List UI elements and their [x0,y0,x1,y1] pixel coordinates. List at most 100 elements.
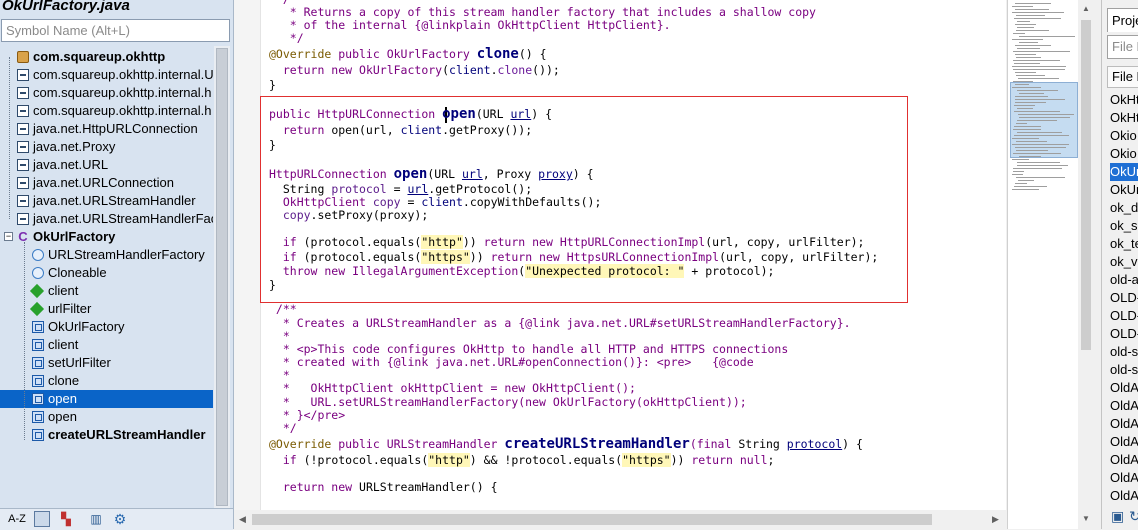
file-list-item[interactable]: Okio [1110,127,1138,145]
minimap-line [1015,54,1036,55]
tree-item[interactable]: java.net.Proxy [0,138,213,156]
file-list-item[interactable]: OLD- [1110,307,1138,325]
tree-item[interactable]: urlFilter [0,300,213,318]
scrollbar-thumb[interactable] [252,514,932,525]
annotation: @Override [269,47,332,61]
minimap-line [1012,174,1023,175]
symbol-tree-scrollbar[interactable] [214,46,230,508]
file-list-item[interactable]: OldA [1110,451,1138,469]
list-view-icon[interactable] [34,511,50,527]
string-literal: "http" [428,453,470,467]
tree-item-label: createURLStreamHandler [48,427,206,442]
tree-item[interactable]: createURLStreamHandler [0,426,213,444]
code-text: .getProtocol(); [428,182,533,196]
tree-item-label: java.net.URL [33,157,109,172]
file-list-item[interactable]: OkHt [1110,109,1138,127]
tree-item[interactable]: − C OkUrlFactory [0,228,213,246]
tree-item[interactable]: java.net.HttpURLConnection [0,120,213,138]
file-search-input[interactable]: File Name [1107,35,1138,59]
file-list-item[interactable]: OLD- [1110,325,1138,343]
tree-item[interactable]: com.squareup.okhttp.internal.h [0,84,213,102]
file-list-item[interactable]: OldA [1110,379,1138,397]
tree-item[interactable]: java.net.URL [0,156,213,174]
tree-item[interactable]: client [0,282,213,300]
scroll-up-icon[interactable]: ▲ [1082,4,1090,13]
minimap-line [1017,162,1060,163]
keyword: return new [269,480,360,494]
file-list-item[interactable]: Okio [1110,145,1138,163]
file-list-item[interactable]: OldA [1110,415,1138,433]
minimap-line [1019,93,1044,94]
scrollbar-thumb[interactable] [1081,20,1091,350]
sort-alpha-button[interactable]: A-Z [6,511,28,527]
folder-icon[interactable]: ▣ [1111,508,1124,525]
tree-item[interactable]: com.squareup.okhttp.internal.U [0,66,213,84]
tree-item[interactable]: setUrlFilter [0,354,213,372]
minimap-line [1018,180,1034,181]
categories-icon[interactable]: ▚ [56,511,76,527]
file-list-item[interactable]: ok_su [1110,217,1138,235]
method-name: clone [476,46,519,62]
tree-item[interactable]: clone [0,372,213,390]
file-list-item[interactable]: OldA [1110,487,1138,505]
tree-item[interactable]: open [0,390,213,408]
tree-item[interactable]: client [0,336,213,354]
file-list-item[interactable]: old-a [1110,271,1138,289]
symbol-panel: OkUrlFactory.java Symbol Name (Alt+L) co… [0,0,234,530]
scroll-left-icon[interactable]: ◀ [239,514,246,525]
gear-icon[interactable]: ⚙ [112,511,128,527]
code-line: if (protocol.equals("http")) return new … [269,235,864,250]
method-name: createURLStreamHandler [504,436,690,452]
keyword: return new [269,63,360,77]
code-text: String [269,182,332,196]
collapse-icon[interactable]: − [4,232,13,241]
tab-project[interactable]: Project [1107,8,1138,32]
file-list-item[interactable]: ok_te [1110,235,1138,253]
method-icon [32,321,44,333]
tree-item[interactable]: java.net.URLStreamHandlerFact [0,210,213,228]
file-list-item[interactable]: OldA [1110,433,1138,451]
tree-item[interactable]: OkUrlFactory [0,318,213,336]
tree-item[interactable]: URLStreamHandlerFactory [0,246,213,264]
minimap-line [1015,99,1065,100]
code-text: )) [462,235,484,249]
tree-item-label: java.net.HttpURLConnection [33,121,198,136]
symbol-search-input[interactable]: Symbol Name (Alt+L) [1,19,230,42]
tree-item[interactable]: Cloneable [0,264,213,282]
code-text: open(url, [331,123,401,137]
file-list-item[interactable]: OldA [1110,397,1138,415]
tree-item[interactable]: java.net.URLStreamHandler [0,192,213,210]
code-line: return open(url, client.getProxy()); [269,123,532,138]
file-list-item[interactable]: OkUr [1110,181,1138,199]
tree-item[interactable]: open [0,408,213,426]
file-column-header[interactable]: File Name [1107,66,1138,88]
tree-item[interactable]: com.squareup.okhttp.internal.h [0,102,213,120]
code-editor[interactable]: /** * Returns a copy of this stream hand… [234,0,1006,510]
file-list-item[interactable]: ok_d [1110,199,1138,217]
file-list-item[interactable]: OkHt [1110,91,1138,109]
code-line: } [269,278,276,292]
tree-item[interactable]: java.net.URLConnection [0,174,213,192]
line-gutter[interactable] [234,0,261,510]
scrollbar-thumb[interactable] [216,48,228,506]
file-list-item[interactable]: old-s [1110,343,1138,361]
file-list-item[interactable]: OLD- [1110,289,1138,307]
code-line: copy.setProxy(proxy); [269,208,428,223]
minimap-scrollbar[interactable]: ▲ ▼ [1078,0,1094,529]
package-icon [17,51,29,63]
tree-item[interactable]: com.squareup.okhttp [0,48,213,66]
scroll-down-icon[interactable]: ▼ [1082,514,1090,523]
code-text: (URL [475,107,511,121]
refresh-icon[interactable]: ↻ [1129,508,1138,525]
file-list-item[interactable]: ok_vi [1110,253,1138,271]
code-line: @Override public OkUrlFactory clone() { [269,47,547,62]
code-minimap[interactable] [1007,0,1078,529]
code-line: * OkHttpClient okHttpClient = new OkHttp… [269,381,636,395]
file-list-item[interactable]: OldA [1110,469,1138,487]
file-list-item[interactable]: old-s [1110,361,1138,379]
scroll-right-icon[interactable]: ▶ [992,514,999,525]
minimap-line [1012,87,1041,88]
file-list-item[interactable]: OkUr [1110,163,1138,181]
book-icon[interactable]: ▥ [88,511,104,527]
editor-horizontal-scrollbar[interactable]: ◀ ▶ [234,510,1004,529]
